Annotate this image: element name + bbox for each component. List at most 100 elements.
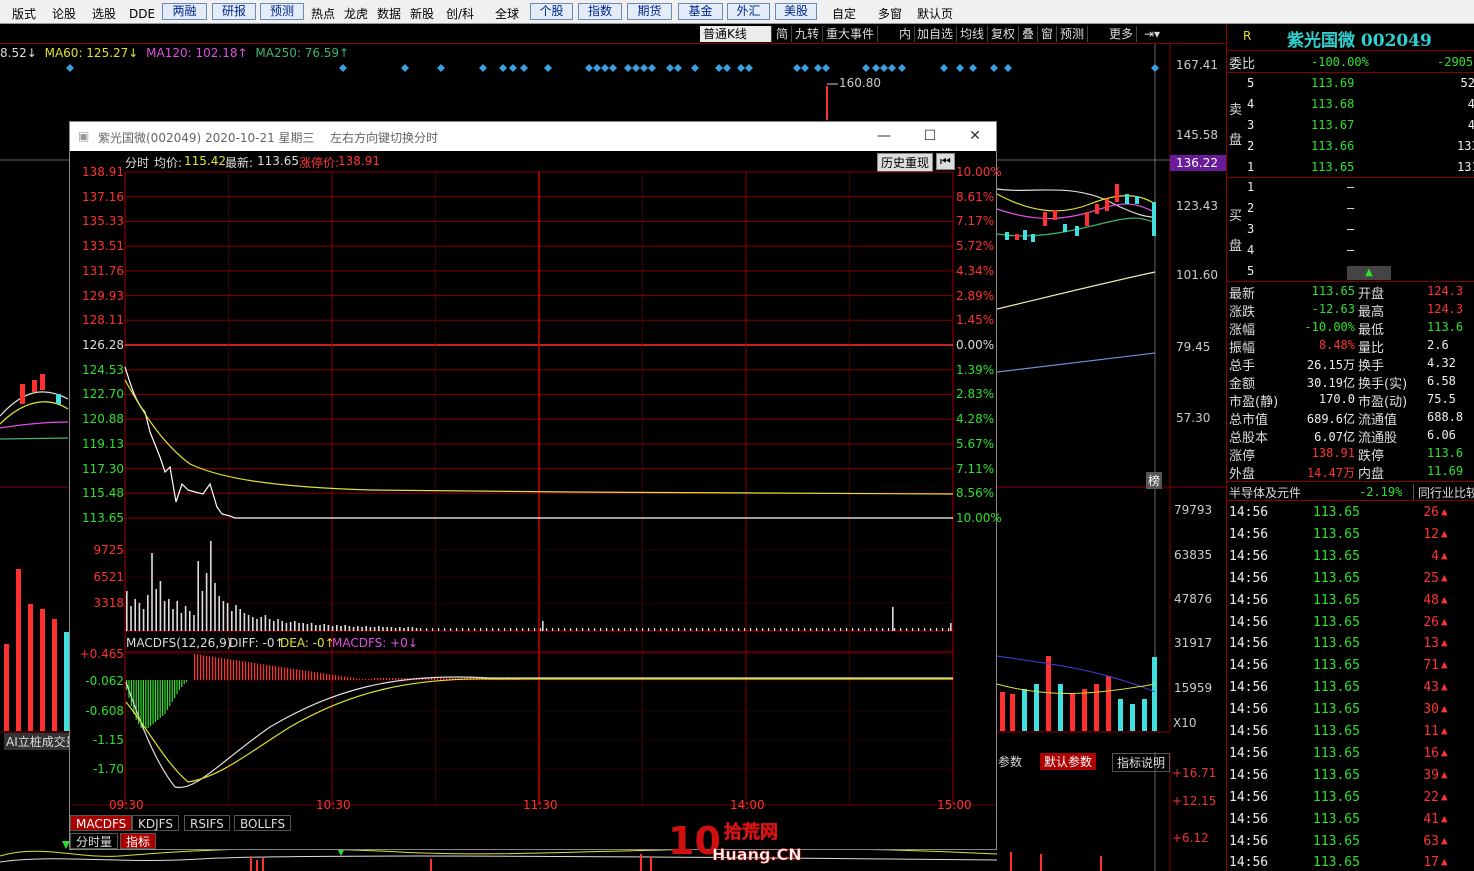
kb-window[interactable]: 窗: [1038, 26, 1058, 42]
kb-arrow-icons[interactable]: ⇥▾: [1141, 26, 1171, 42]
pct-tick: 4.34%: [956, 263, 995, 278]
bid-price[interactable]: –: [1347, 243, 1354, 257]
default-param-tab[interactable]: 默认参数: [1040, 753, 1097, 770]
toolbar-us[interactable]: 美股: [775, 3, 817, 20]
toolbar-multi[interactable]: 多窗: [872, 0, 908, 24]
kb-events[interactable]: 重大事件: [823, 26, 879, 42]
quote-panel: R 紫光国微 002049 委比 -100.00% -2905 卖盘 5 113.…: [1226, 24, 1474, 871]
toolbar-dragon[interactable]: 龙虎: [341, 0, 371, 24]
price-axis-4: 101.60: [1176, 268, 1218, 282]
bid-price[interactable]: –: [1347, 201, 1354, 215]
toolbar-margin[interactable]: 两融: [162, 3, 207, 20]
tick-price: 113.65: [1313, 636, 1360, 652]
pct-tick: 0.00%: [956, 338, 995, 352]
macd-hist-pos: [272, 665, 274, 680]
tick-price: 113.65: [1313, 811, 1360, 827]
toolbar-fx[interactable]: 外汇: [727, 3, 770, 20]
ask-price[interactable]: 113.69: [1311, 76, 1354, 90]
tick-price: 113.65: [1313, 505, 1360, 520]
price-tick: 131.76: [82, 263, 124, 278]
volume-axis-1: 79793: [1174, 503, 1213, 517]
volume-bar: [606, 628, 608, 631]
ask-price[interactable]: 113.66: [1311, 139, 1354, 153]
macd-hist-neg: [130, 680, 132, 706]
kb-simple[interactable]: 简: [773, 26, 793, 42]
toolbar-layout[interactable]: 版式: [6, 0, 42, 24]
tick-time: 14:56: [1229, 592, 1269, 608]
intraday-chart[interactable]: [70, 122, 996, 849]
collapse-button[interactable]: ▲: [1347, 266, 1391, 280]
volume-bar: [252, 617, 254, 631]
stat-value-2: 113.6: [1427, 320, 1464, 334]
period-select[interactable]: 普通K线: [700, 26, 772, 42]
price-tick: 126.28: [82, 338, 124, 352]
toolbar-research[interactable]: 研报: [212, 3, 256, 20]
kb-overlay[interactable]: 叠: [1019, 26, 1039, 42]
toolbar-screener[interactable]: 选股: [86, 0, 122, 24]
toolbar-forum[interactable]: 论股: [46, 0, 82, 24]
toolbar-stock[interactable]: 个股: [530, 3, 573, 20]
tab-bollfs[interactable]: BOLLFS: [234, 815, 292, 831]
ask-price[interactable]: 113.65: [1311, 160, 1354, 174]
volume-bar: [172, 609, 174, 631]
ask-price[interactable]: 113.68: [1311, 97, 1354, 111]
sector-compare-button[interactable]: 同行业比较: [1413, 484, 1474, 501]
kb-add-fav[interactable]: 加自选: [914, 26, 958, 42]
bid-price[interactable]: –: [1347, 222, 1354, 236]
macd-hist-pos: [263, 664, 265, 680]
volume-axis-4: 31917: [1174, 636, 1213, 650]
toolbar-fund[interactable]: 基金: [678, 3, 723, 20]
toolbar-custom[interactable]: 自定: [826, 0, 862, 24]
sector-name[interactable]: 半导体及元件: [1229, 484, 1301, 501]
kb-nine[interactable]: 九转: [792, 26, 824, 42]
collapse-chevron-icon: ▲: [1365, 267, 1373, 278]
kb-ma[interactable]: 均线: [957, 26, 989, 42]
volume-bar: [327, 625, 330, 631]
price-tick: 124.53: [82, 362, 124, 377]
price-axis-3: 123.43: [1176, 199, 1218, 213]
volume-bar: [888, 628, 890, 631]
volume-bar: [906, 628, 908, 631]
kb-adjust[interactable]: 复权: [988, 26, 1020, 42]
volume-bar: [594, 628, 596, 631]
ask-price[interactable]: 113.67: [1311, 118, 1354, 132]
toolbar-ipo[interactable]: 新股: [407, 0, 437, 24]
toolbar-hot[interactable]: 热点: [308, 0, 338, 24]
tab-rsifs[interactable]: RSIFS: [184, 815, 230, 831]
macd-hist-pos: [443, 678, 445, 680]
volume-bar: [918, 628, 920, 631]
ask-level: 4: [1247, 97, 1255, 111]
macd-hist-pos: [308, 671, 310, 680]
volume-axis-scale: X10: [1173, 716, 1197, 730]
tab-macdfs[interactable]: MACDFS: [70, 815, 133, 831]
kb-more[interactable]: 更多: [1106, 26, 1138, 42]
bid-price[interactable]: –: [1347, 180, 1354, 194]
toolbar-futures[interactable]: 期货: [627, 3, 672, 20]
toolbar-dde[interactable]: DDE: [126, 0, 158, 24]
tab-kdjfs[interactable]: KDJFS: [132, 815, 179, 831]
toolbar-data[interactable]: 数据: [374, 0, 404, 24]
macd-hist-pos: [257, 663, 259, 680]
rank-tag[interactable]: 榜: [1146, 472, 1163, 489]
toolbar-forecast[interactable]: 预测: [260, 3, 304, 20]
volume-bar: [256, 619, 258, 631]
param-tab[interactable]: 参数: [998, 753, 1022, 770]
tab-indicator[interactable]: 指标: [120, 833, 157, 849]
ask-volume: 4: [1467, 97, 1474, 111]
stat-value: 30.19亿: [1306, 376, 1355, 390]
up-arrow-icon: ▲: [1441, 526, 1448, 540]
toolbar-global[interactable]: 全球: [490, 0, 524, 24]
macd-hist-pos: [320, 672, 322, 680]
toolbar-star[interactable]: 创/科: [441, 0, 479, 24]
volume-bar: [780, 628, 782, 631]
stat-value-2: 124.3: [1427, 284, 1464, 298]
tick-price: 113.65: [1313, 767, 1360, 783]
toolbar-default[interactable]: 默认页: [914, 0, 956, 24]
kb-inner[interactable]: 内: [896, 26, 916, 42]
up-arrow-icon: ▲: [1441, 680, 1448, 694]
kb-predict[interactable]: 预测: [1057, 26, 1089, 42]
toolbar-index[interactable]: 指数: [578, 3, 622, 20]
indicator-desc-tab[interactable]: 指标说明: [1112, 753, 1171, 772]
tab-minute-volume[interactable]: 分时量: [70, 833, 119, 849]
macd-hist-pos: [251, 662, 253, 680]
